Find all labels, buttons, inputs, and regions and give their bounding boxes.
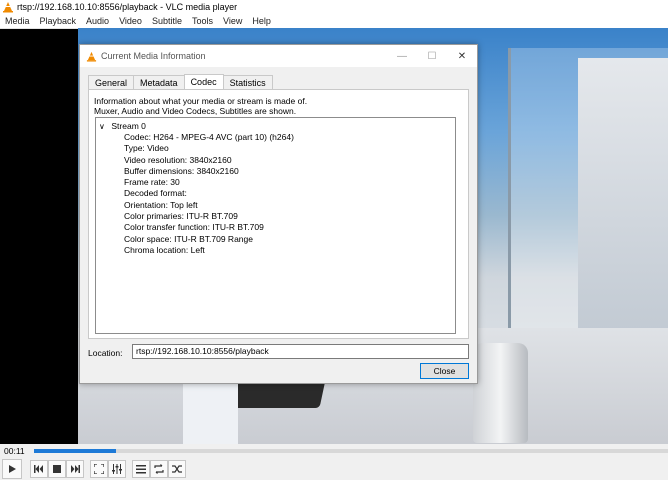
- tree-row[interactable]: Color space: ITU-R BT.709 Range: [124, 234, 294, 245]
- maximize-icon[interactable]: ☐: [417, 51, 447, 62]
- stop-icon: [53, 465, 61, 473]
- stream-node[interactable]: ∨ Stream 0: [99, 121, 146, 131]
- menu-audio[interactable]: Audio: [81, 16, 114, 26]
- dialog-title: Current Media Information: [101, 51, 206, 61]
- seek-row: 00:11: [0, 444, 668, 458]
- loop-icon: [154, 464, 164, 474]
- vlc-cone-icon: [86, 51, 97, 62]
- menu-bar: Media Playback Audio Video Subtitle Tool…: [0, 13, 668, 29]
- tree-row[interactable]: Decoded format:: [124, 188, 294, 199]
- elapsed-time: 00:11: [4, 446, 25, 456]
- seek-slider[interactable]: [34, 449, 668, 453]
- media-info-dialog: Current Media Information — ☐ ✕ General …: [79, 44, 478, 384]
- next-icon: [71, 465, 80, 473]
- tab-codec[interactable]: Codec: [183, 74, 224, 90]
- menu-subtitle[interactable]: Subtitle: [147, 16, 187, 26]
- play-icon: [9, 465, 16, 473]
- tree-row[interactable]: Color primaries: ITU-R BT.709: [124, 211, 294, 222]
- playlist-button[interactable]: [132, 460, 150, 478]
- codec-tab-pane: Information about what your media or str…: [88, 89, 469, 339]
- extended-settings-button[interactable]: [108, 460, 126, 478]
- menu-help[interactable]: Help: [247, 16, 276, 26]
- vlc-cone-icon: [3, 1, 13, 12]
- previous-button[interactable]: [30, 460, 48, 478]
- control-bar: [0, 458, 668, 480]
- next-button[interactable]: [66, 460, 84, 478]
- video-stand: [183, 383, 238, 444]
- codec-info-text: Information about what your media or str…: [94, 96, 307, 116]
- codec-tree[interactable]: ∨ Stream 0 Codec: H264 - MPEG-4 AVC (par…: [95, 117, 456, 334]
- shuffle-button[interactable]: [168, 460, 186, 478]
- dialog-title-bar: Current Media Information — ☐ ✕: [80, 45, 477, 67]
- menu-media[interactable]: Media: [0, 16, 35, 26]
- window-title-bar: rtsp://192.168.10.10:8556/playback - VLC…: [0, 0, 668, 13]
- loop-button[interactable]: [150, 460, 168, 478]
- window-title: rtsp://192.168.10.10:8556/playback - VLC…: [17, 1, 238, 12]
- menu-tools[interactable]: Tools: [187, 16, 218, 26]
- video-bottle: [473, 343, 528, 443]
- menu-video[interactable]: Video: [114, 16, 147, 26]
- minimize-icon[interactable]: —: [387, 51, 417, 62]
- close-icon[interactable]: ✕: [447, 51, 477, 62]
- shuffle-icon: [172, 465, 182, 473]
- play-button[interactable]: [2, 459, 22, 479]
- tree-row[interactable]: Chroma location: Left: [124, 245, 294, 256]
- stop-button[interactable]: [48, 460, 66, 478]
- chevron-down-icon[interactable]: ∨: [99, 122, 109, 131]
- location-label: Location:: [88, 348, 123, 358]
- fullscreen-icon: [94, 464, 104, 474]
- previous-icon: [34, 465, 43, 473]
- playlist-icon: [136, 464, 146, 473]
- tree-row[interactable]: Color transfer function: ITU-R BT.709: [124, 222, 294, 233]
- menu-playback[interactable]: Playback: [35, 16, 82, 26]
- menu-view[interactable]: View: [218, 16, 247, 26]
- location-field[interactable]: rtsp://192.168.10.10:8556/playback: [132, 344, 469, 359]
- equalizer-icon: [112, 464, 122, 474]
- close-button[interactable]: Close: [420, 363, 469, 379]
- seek-progress-fill: [34, 449, 117, 453]
- info-line-2: Muxer, Audio and Video Codecs, Subtitles…: [94, 106, 297, 116]
- info-line-1: Information about what your media or str…: [94, 96, 308, 106]
- tree-row[interactable]: Video resolution: 3840x2160: [124, 155, 294, 166]
- stream-label: Stream 0: [111, 121, 146, 131]
- fullscreen-button[interactable]: [90, 460, 108, 478]
- tree-row[interactable]: Type: Video: [124, 143, 294, 154]
- tree-row[interactable]: Buffer dimensions: 3840x2160: [124, 166, 294, 177]
- tree-row[interactable]: Frame rate: 30: [124, 177, 294, 188]
- tree-row[interactable]: Codec: H264 - MPEG-4 AVC (part 10) (h264…: [124, 132, 294, 143]
- stream-details: Codec: H264 - MPEG-4 AVC (part 10) (h264…: [124, 132, 294, 256]
- tree-row[interactable]: Orientation: Top left: [124, 200, 294, 211]
